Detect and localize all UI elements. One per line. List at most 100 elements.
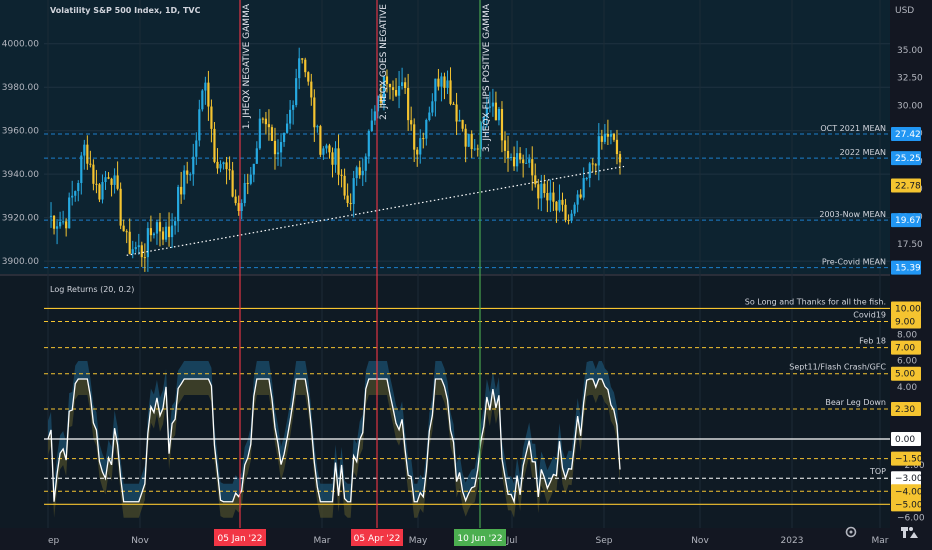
candle-body	[413, 124, 416, 150]
candle-body	[131, 249, 134, 254]
candle-body	[355, 167, 358, 179]
time-axis-label: Nov	[691, 536, 709, 546]
reference-value-text: 25.25	[895, 154, 921, 164]
threshold-label: So Long and Thanks for all the fish.	[745, 297, 886, 306]
candle-body	[107, 177, 110, 179]
candle-body	[285, 123, 289, 133]
candle-body	[370, 120, 373, 131]
candle-body	[110, 178, 113, 185]
candle-body	[458, 119, 461, 122]
candle-body	[615, 139, 619, 155]
candle-body	[116, 175, 119, 189]
event-label: 3. JHEQX FLIPS POSITIVE GAMMA	[482, 3, 492, 152]
candle-body	[561, 199, 564, 205]
lower-pane-title: Log Returns (20, 0.2)	[50, 285, 134, 294]
candle-body	[325, 145, 328, 149]
candle-body	[65, 221, 68, 229]
candle-body	[204, 82, 207, 91]
candle-body	[588, 163, 591, 179]
right-axis-tick: 30.00	[897, 101, 923, 111]
candle-body	[461, 119, 464, 129]
left-axis-tick: 3980.00	[2, 83, 39, 93]
main-chart-title: Volatility S&P 500 Index, 1D, TVC	[50, 6, 201, 15]
candle-body	[537, 184, 540, 199]
candle-body	[304, 59, 307, 73]
candle-body	[564, 204, 567, 221]
candle-body	[476, 148, 479, 150]
candle-body	[313, 97, 316, 128]
threshold-label: TOP	[869, 467, 886, 476]
threshold-value-text: 10.00	[895, 304, 921, 314]
event-date-text: 05 Apr '22	[354, 534, 401, 544]
candle-body	[567, 220, 570, 222]
candle-body	[59, 222, 62, 227]
candle-body	[425, 119, 428, 139]
candle-body	[497, 108, 501, 121]
candle-body	[491, 102, 494, 107]
candle-body	[219, 164, 222, 169]
candle-body	[591, 163, 594, 165]
time-axis-label: May	[409, 536, 428, 546]
candle-body	[186, 170, 189, 175]
candle-body	[440, 76, 443, 87]
candle-body	[252, 163, 255, 175]
candle-body	[273, 140, 277, 155]
candle-body	[161, 231, 165, 240]
lower-axis-tick: 6.00	[897, 357, 917, 367]
candle-body	[558, 199, 561, 211]
candle-body	[207, 82, 210, 107]
candle-body	[310, 81, 313, 98]
candle-body	[125, 231, 128, 233]
candle-body	[167, 226, 171, 238]
vix-chart[interactable]: 1. JHEQX NEGATIVE GAMMA 2. JHEQX GOES NEG…	[0, 0, 932, 550]
candle-body	[419, 138, 422, 155]
candle-body	[104, 177, 107, 183]
threshold-value-text: 9.00	[895, 318, 915, 328]
candle-body	[80, 155, 83, 183]
candle-body	[298, 58, 301, 79]
candle-body	[89, 163, 92, 165]
reference-line-label: 2003-Now MEAN	[819, 210, 886, 219]
time-axis-label: 2023	[781, 536, 804, 546]
lower-axis-tick: 8.00	[897, 331, 917, 341]
candle-body	[279, 142, 283, 153]
candle-body	[397, 86, 401, 96]
time-axis-label: Nov	[131, 536, 149, 546]
candle-body	[394, 90, 398, 96]
candle-body	[467, 133, 470, 147]
candle-body	[222, 162, 225, 165]
time-axis-label: Mar	[314, 536, 331, 546]
candle-body	[494, 102, 498, 121]
candle-body	[249, 174, 252, 184]
candle-body	[231, 170, 234, 197]
candle-body	[618, 154, 622, 163]
candle-body	[331, 152, 334, 165]
candle-body	[570, 213, 573, 221]
lower-axis-tick: −6.00	[897, 513, 925, 523]
candle-body	[95, 183, 98, 185]
candle-body	[328, 145, 331, 153]
threshold-value-text: 0.00	[895, 435, 915, 445]
candle-body	[52, 215, 56, 229]
candle-body	[443, 76, 446, 88]
candle-body	[509, 156, 513, 158]
candle-body	[446, 80, 449, 88]
candle-body	[522, 159, 525, 164]
candle-body	[71, 195, 74, 198]
candle-body	[373, 111, 376, 121]
candle-body	[364, 156, 367, 171]
threshold-value-text: 2.30	[895, 405, 915, 415]
right-axis-tick: 32.50	[897, 74, 923, 84]
candle-body	[198, 109, 201, 141]
candle-body	[410, 120, 413, 125]
candle-body	[434, 78, 437, 102]
candle-body	[216, 161, 219, 169]
candle-body	[289, 109, 292, 124]
candle-body	[122, 225, 125, 232]
candle-body	[473, 148, 476, 150]
candle-body	[195, 140, 198, 157]
candle-body	[83, 144, 86, 156]
candle-body	[594, 164, 597, 166]
pane-separator	[0, 274, 890, 276]
candle-body	[228, 169, 231, 171]
